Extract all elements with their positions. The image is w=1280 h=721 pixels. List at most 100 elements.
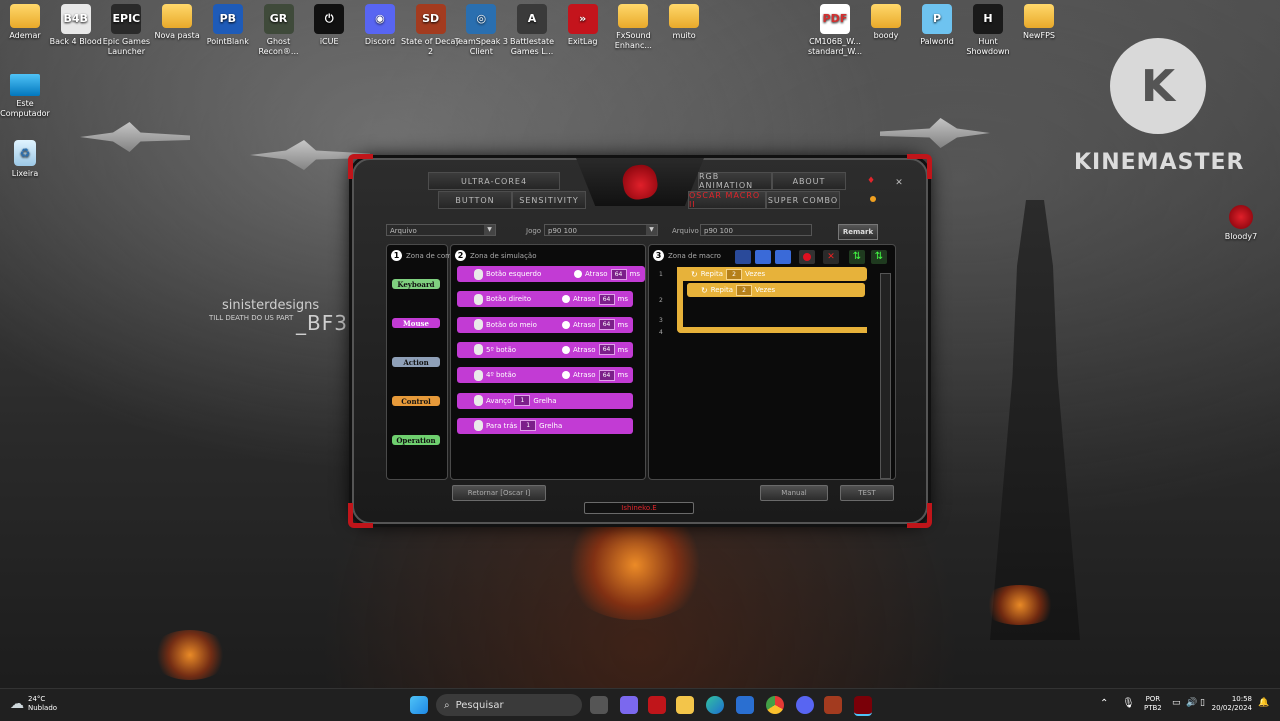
state-of-decay-taskbar-icon[interactable] xyxy=(824,696,842,714)
command-operation-button[interactable]: Operation xyxy=(392,435,440,445)
microphone-icon[interactable]: 🎙 xyxy=(1122,698,1135,709)
windows-start-icon[interactable] xyxy=(410,696,428,714)
record-icon[interactable] xyxy=(799,250,815,264)
clock[interactable]: 10:58 20/02/2024 xyxy=(1208,695,1252,713)
macro-repeat-outer[interactable]: ↻ Repita 2 Vezes xyxy=(677,267,867,281)
teams-chat-icon[interactable] xyxy=(620,696,638,714)
tab-button[interactable]: Button xyxy=(438,191,512,209)
command-control-button[interactable]: Control xyxy=(392,396,440,406)
volume-icon[interactable]: 🔊 xyxy=(1186,698,1197,708)
save-icon[interactable] xyxy=(735,250,751,264)
close-icon[interactable]: ✕ xyxy=(894,178,904,188)
network-icon[interactable]: ▭ xyxy=(1172,698,1181,708)
simulation-row[interactable]: Botão direito Atraso 64 ms xyxy=(457,291,633,308)
notification-bell-icon[interactable]: 🔔 xyxy=(1258,698,1269,708)
ghost-recon-icon: GR xyxy=(263,4,294,34)
delay-input[interactable]: 64 xyxy=(598,369,615,381)
simulation-row-label: Botão esquerdo xyxy=(486,270,542,278)
manual-button[interactable]: Manual xyxy=(760,485,828,501)
language-indicator[interactable]: POR PTB2 xyxy=(1144,695,1162,713)
return-oscar-button[interactable]: Retornar [Oscar I] xyxy=(452,485,546,501)
search-bar[interactable]: ⌕ Pesquisar xyxy=(436,694,582,716)
desktop-icon-bloody7[interactable]: Bloody7 xyxy=(1210,205,1272,242)
repeat-count[interactable]: 2 xyxy=(725,268,742,280)
mouse-icon xyxy=(474,420,483,432)
simulation-zone: 2 Zona de simulação Botão esquerdo Atraso 6… xyxy=(450,244,646,480)
store-icon[interactable] xyxy=(736,696,754,714)
wallpaper-tower xyxy=(990,200,1080,640)
mouse-icon xyxy=(474,268,483,280)
wallpaper-fire-left xyxy=(150,630,230,680)
discord-taskbar-icon[interactable] xyxy=(796,696,814,714)
clock-icon xyxy=(562,371,571,380)
taskbar: ☁ 24°C Nublado ⌕ Pesquisar ⌃ 🎙 POR PTB2 … xyxy=(0,688,1280,721)
chrome-icon[interactable] xyxy=(766,696,784,714)
macro-repeat-inner[interactable]: ↻ Repita 2 Vezes xyxy=(687,283,865,297)
tab-super-combo[interactable]: Super Combo xyxy=(766,191,840,209)
tab-oscar-macro[interactable]: Oscar Macro II xyxy=(688,191,766,209)
folder-icon xyxy=(10,4,40,28)
bloody-taskbar-icon[interactable] xyxy=(648,696,666,714)
move-up-icon[interactable]: ⇅ xyxy=(849,250,865,264)
redo-icon[interactable] xyxy=(775,250,791,264)
battery-icon[interactable]: ▯ xyxy=(1200,698,1205,708)
simulation-row[interactable]: Avanço 1 Grelha xyxy=(457,392,633,409)
delay-input[interactable]: 64 xyxy=(598,293,615,305)
delay-input[interactable]: 64 xyxy=(598,344,615,356)
delay-label: Atraso xyxy=(585,270,608,278)
wallpaper-tagline: TILL DEATH DO US PART xyxy=(209,314,294,322)
remark-button[interactable]: Remark xyxy=(838,224,878,240)
desktop-icon[interactable]: muito xyxy=(653,4,715,41)
test-button[interactable]: TEST xyxy=(840,485,894,501)
folder-icon xyxy=(618,4,649,28)
delete-icon[interactable]: ✕ xyxy=(823,250,839,264)
weather-widget[interactable]: ☁ 24°C Nublado xyxy=(10,695,57,713)
joystick-icon[interactable]: ♦ xyxy=(866,176,876,186)
desktop-icon-label: NewFPS xyxy=(1023,31,1055,40)
mouse-icon xyxy=(474,369,483,381)
task-view-icon[interactable] xyxy=(590,696,608,714)
move-down-icon[interactable]: ⇅ xyxy=(871,250,887,264)
edge-icon[interactable] xyxy=(706,696,724,714)
tray-chevron-icon[interactable]: ⌃ xyxy=(1100,698,1108,709)
delay-unit: ms xyxy=(617,320,628,329)
tab-ultra-core[interactable]: Ultra-Core4 xyxy=(428,172,560,190)
tab-about[interactable]: About xyxy=(772,172,846,190)
simulation-row[interactable]: Botão esquerdo Atraso 64 ms xyxy=(457,266,645,282)
command-mouse-button[interactable]: Mouse xyxy=(392,318,440,328)
file-select-value: Arquivo xyxy=(390,227,417,235)
bloody-logo[interactable] xyxy=(576,158,704,206)
tab-rgb-animation[interactable]: RGB Animation xyxy=(698,172,772,190)
delay-unit: ms xyxy=(617,345,628,354)
desktop-icon-este-computador[interactable]: Este Computador xyxy=(0,74,56,119)
tab-sensitivity[interactable]: Sensitivity xyxy=(512,191,586,209)
weather-temperature: 24°C xyxy=(28,695,46,703)
pdf-icon: PDF xyxy=(820,4,850,34)
grid-input[interactable]: 1 xyxy=(514,395,531,406)
clock-time: 10:58 xyxy=(1231,695,1252,703)
command-keyboard-button[interactable]: Keyboard xyxy=(392,279,440,289)
simulation-row[interactable]: Botão do meio Atraso 64 ms xyxy=(457,316,633,333)
repeat-count[interactable]: 2 xyxy=(735,284,752,296)
file-explorer-icon[interactable] xyxy=(676,696,694,714)
wallpaper-bf3: _BF3 xyxy=(296,311,348,335)
folder-icon xyxy=(162,4,193,28)
bloody-active-taskbar-icon[interactable] xyxy=(854,696,872,716)
desktop-icon[interactable]: NewFPS xyxy=(1008,4,1070,41)
game-label: Jogo xyxy=(526,227,542,235)
grid-input[interactable]: 1 xyxy=(520,420,537,432)
macro-file-input[interactable]: p90 100 xyxy=(700,224,812,236)
file-select[interactable]: Arquivo ▼ xyxy=(386,224,496,236)
simulation-zone-title: 2 Zona de simulação xyxy=(455,250,537,261)
delay-input[interactable]: 64 xyxy=(598,319,615,331)
simulation-row[interactable]: 5º botão Atraso 64 ms xyxy=(457,341,633,358)
undo-icon[interactable] xyxy=(755,250,771,264)
delay-input[interactable]: 64 xyxy=(610,268,627,280)
macro-scrollbar[interactable] xyxy=(880,273,891,479)
desktop-icon-lixeira[interactable]: ♻ Lixeira xyxy=(0,140,56,179)
simulation-row[interactable]: Para trás 1 Grelha xyxy=(457,417,633,434)
game-select[interactable]: p90 100 ▼ xyxy=(544,224,658,236)
bloody-macro-window: Ultra-Core4 Button Sensitivity RGB Anima… xyxy=(348,154,932,528)
command-action-button[interactable]: Action xyxy=(392,357,440,367)
simulation-row[interactable]: 4º botão Atraso 64 ms xyxy=(457,367,633,384)
